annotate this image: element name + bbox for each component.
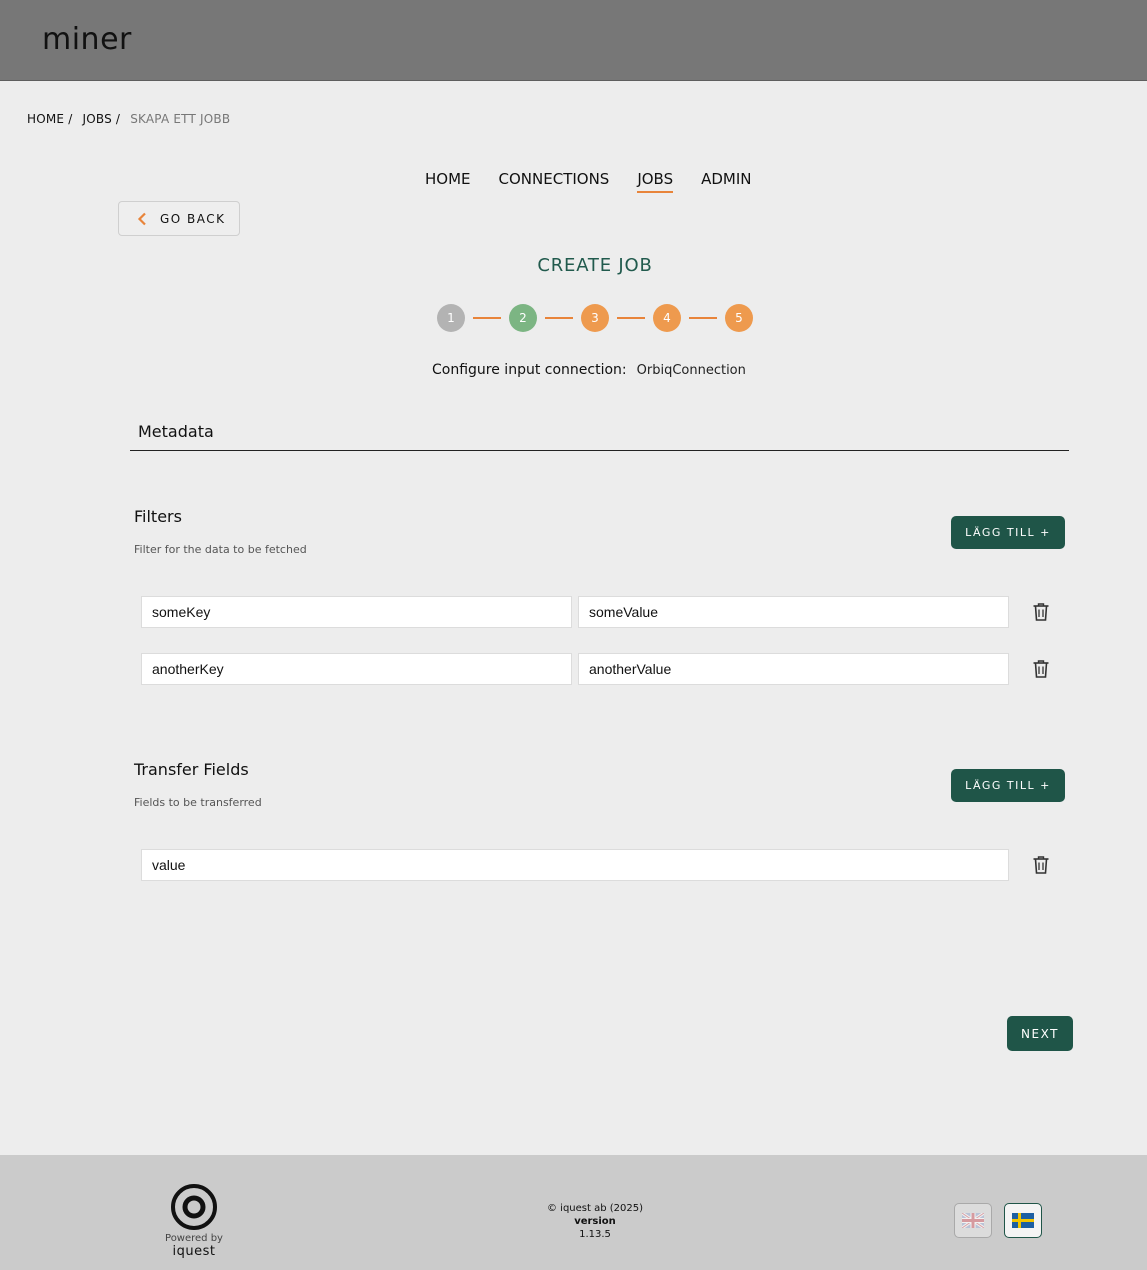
transfer-title: Transfer Fields xyxy=(134,760,249,779)
trash-icon[interactable] xyxy=(1032,855,1050,875)
step-2[interactable]: 2 xyxy=(509,304,537,332)
step-connector xyxy=(545,317,573,319)
language-en-button[interactable] xyxy=(954,1203,992,1238)
breadcrumb-separator: / xyxy=(115,112,121,126)
powered-by-text: Powered by xyxy=(165,1233,223,1244)
filter-key-input[interactable]: someKey xyxy=(141,596,572,628)
stepper: 1 2 3 4 5 xyxy=(437,304,753,332)
company-name: iquest xyxy=(172,1244,216,1259)
version-number: 1.13.5 xyxy=(579,1229,611,1240)
tab-home[interactable]: HOME xyxy=(425,170,471,193)
breadcrumb: HOME / JOBS / SKAPA ETT JOBB xyxy=(27,112,230,126)
add-filter-button[interactable]: LÄGG TILL + xyxy=(951,516,1065,549)
step-1[interactable]: 1 xyxy=(437,304,465,332)
top-bar: miner xyxy=(0,0,1147,81)
step-connector xyxy=(473,317,501,319)
en-flag-icon xyxy=(962,1213,984,1228)
page-title: CREATE JOB xyxy=(537,255,653,276)
step-3[interactable]: 3 xyxy=(581,304,609,332)
iquest-logo-icon xyxy=(171,1184,217,1230)
next-button[interactable]: NEXT xyxy=(1007,1016,1073,1051)
breadcrumb-separator: / xyxy=(68,112,73,126)
copyright-block: © iquest ab (2025) version 1.13.5 xyxy=(520,1202,670,1241)
filters-title: Filters xyxy=(134,507,182,526)
add-transfer-field-button[interactable]: LÄGG TILL + xyxy=(951,769,1065,802)
footer: Powered by iquest © iquest ab (2025) ver… xyxy=(0,1155,1147,1270)
main-nav: HOME CONNECTIONS JOBS ADMIN xyxy=(425,170,752,193)
app-brand: miner xyxy=(42,22,132,57)
tab-connections[interactable]: CONNECTIONS xyxy=(499,170,610,193)
transfer-field-input[interactable]: value xyxy=(141,849,1009,881)
tab-jobs[interactable]: JOBS xyxy=(637,170,674,193)
copyright-text: © iquest ab (2025) xyxy=(546,1203,643,1214)
step-connector xyxy=(617,317,645,319)
breadcrumb-jobs[interactable]: JOBS xyxy=(82,112,111,126)
iquest-logo: Powered by iquest xyxy=(163,1182,225,1259)
go-back-button[interactable]: GO BACK xyxy=(118,201,240,236)
trash-icon[interactable] xyxy=(1032,659,1050,679)
config-connection: Configure input connection: OrbiqConnect… xyxy=(432,362,746,378)
filters-description: Filter for the data to be fetched xyxy=(134,543,307,556)
breadcrumb-current: SKAPA ETT JOBB xyxy=(130,112,231,126)
chevron-left-icon xyxy=(137,212,146,225)
metadata-header[interactable]: Metadata xyxy=(130,422,1069,451)
config-value: OrbiqConnection xyxy=(636,363,746,378)
step-5[interactable]: 5 xyxy=(725,304,753,332)
transfer-description: Fields to be transferred xyxy=(134,796,262,809)
sv-flag-icon xyxy=(1012,1213,1034,1228)
step-connector xyxy=(689,317,717,319)
step-4[interactable]: 4 xyxy=(653,304,681,332)
filter-value-input[interactable]: anotherValue xyxy=(578,653,1009,685)
trash-icon[interactable] xyxy=(1032,602,1050,622)
language-sv-button[interactable] xyxy=(1004,1203,1042,1238)
tab-admin[interactable]: ADMIN xyxy=(701,170,751,193)
breadcrumb-home[interactable]: HOME xyxy=(27,112,64,126)
version-label: version xyxy=(574,1216,616,1227)
go-back-label: GO BACK xyxy=(160,211,226,226)
config-label: Configure input connection: xyxy=(432,362,627,378)
filter-key-input[interactable]: anotherKey xyxy=(141,653,572,685)
filter-value-input[interactable]: someValue xyxy=(578,596,1009,628)
